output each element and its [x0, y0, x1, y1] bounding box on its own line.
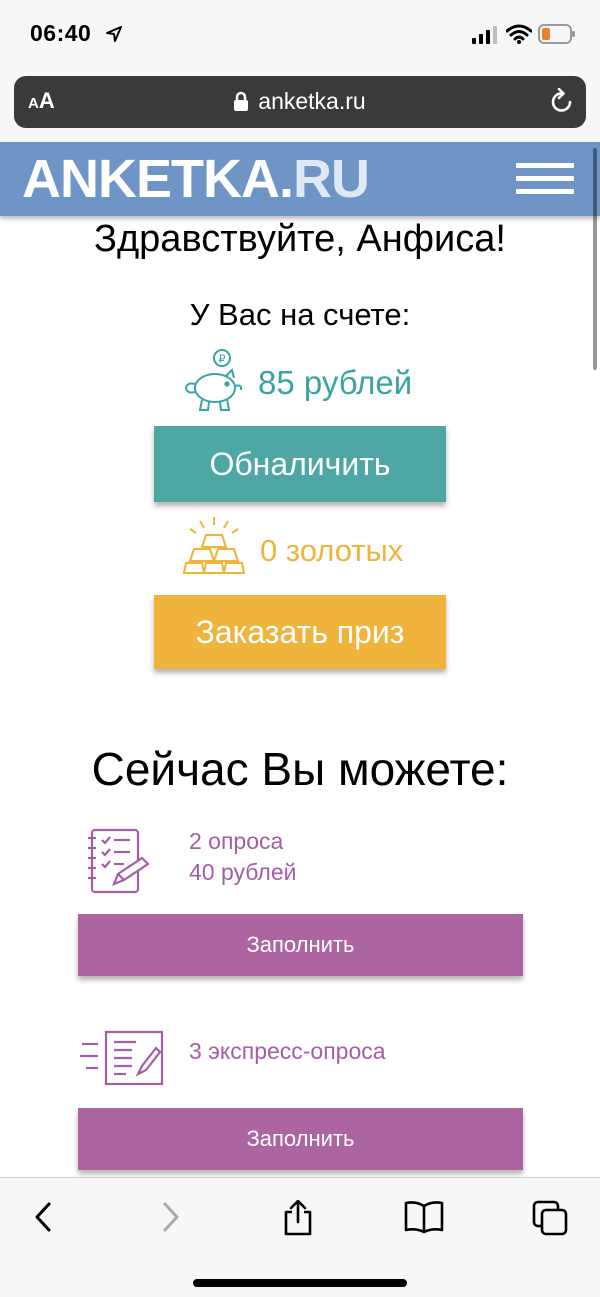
gold-bars-icon: [182, 517, 246, 574]
url-display[interactable]: anketka.ru: [14, 88, 586, 115]
svg-text:₽: ₽: [219, 353, 226, 366]
tabs-icon[interactable]: [532, 1200, 568, 1236]
logo-suffix-text: RU: [293, 149, 370, 209]
piggy-bank-icon: ₽: [184, 349, 243, 411]
location-arrow-icon: [106, 26, 122, 42]
order-prize-button[interactable]: Заказать приз: [154, 595, 446, 669]
tasks-heading: Сейчас Вы можете:: [91, 743, 509, 795]
greeting-heading: Здравствуйте, Анфиса!: [94, 218, 506, 260]
gold-amount: 0 золотых: [260, 533, 404, 568]
express-survey-icon: [80, 1030, 164, 1086]
home-indicator: [193, 1279, 407, 1287]
balance-label: У Вас на счете:: [189, 297, 411, 332]
hamburger-menu-icon[interactable]: [516, 163, 574, 197]
site-header: ANKETKA.RU: [0, 142, 600, 216]
express-survey-count: 3 экспресс-опроса: [189, 1038, 386, 1064]
survey-reward: 40 рублей: [189, 859, 297, 885]
cash-out-button[interactable]: Обналичить: [154, 426, 446, 502]
lock-icon: [234, 91, 249, 111]
url-text: anketka.ru: [258, 88, 366, 114]
fill-express-survey-button[interactable]: Заполнить: [78, 1108, 523, 1170]
back-icon[interactable]: [32, 1200, 54, 1234]
browser-address-area: AA anketka.ru: [0, 72, 600, 142]
survey-info: 2 опроса 40 рублей: [189, 826, 296, 888]
battery-low-icon: [538, 24, 575, 44]
survey-checklist-icon: [88, 828, 150, 894]
reload-icon[interactable]: [550, 88, 574, 114]
cellular-signal-icon: [472, 26, 497, 44]
logo-main-text: ANKETKA.: [22, 149, 294, 209]
rubles-amount: 85 рублей: [258, 364, 413, 401]
browser-toolbar: [0, 1177, 600, 1297]
wifi-icon: [506, 24, 532, 44]
status-bar: 06:40: [0, 0, 600, 72]
site-logo[interactable]: ANKETKA.RU: [22, 148, 370, 210]
survey-count: 2 опроса: [189, 828, 284, 854]
share-icon[interactable]: [282, 1200, 314, 1236]
fill-survey-button[interactable]: Заполнить: [78, 914, 523, 976]
address-bar[interactable]: AA anketka.ru: [14, 76, 586, 128]
status-time: 06:40: [30, 20, 92, 46]
bookmarks-book-icon[interactable]: [404, 1200, 444, 1234]
forward-icon[interactable]: [160, 1200, 182, 1234]
